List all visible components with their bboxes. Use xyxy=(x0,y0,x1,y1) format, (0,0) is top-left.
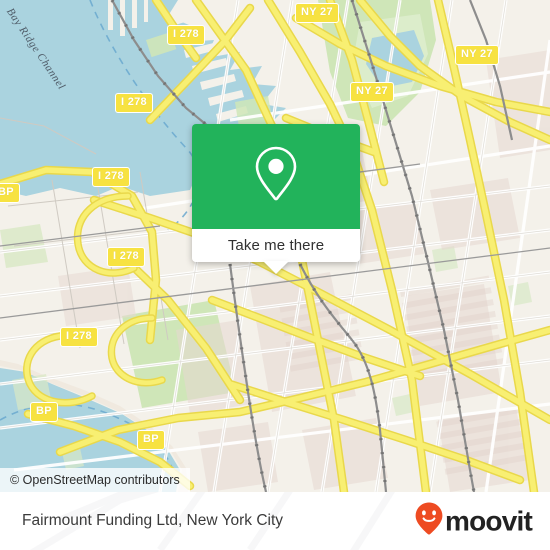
road-shield-ny27-2: NY 27 xyxy=(350,82,394,102)
moovit-smiley-pin-icon xyxy=(414,502,444,541)
popup-icon-panel xyxy=(192,124,360,229)
moovit-logo[interactable]: moovit xyxy=(414,502,533,541)
road-shield-i278-5: I 278 xyxy=(60,327,98,347)
road-shield-bp-3: BP xyxy=(137,430,165,450)
popup-pointer-tail xyxy=(263,261,289,274)
popup-action-bar[interactable]: Take me there xyxy=(192,229,360,274)
location-pin-icon xyxy=(252,144,300,209)
page-footer: Fairmount Funding Ltd, New York City moo… xyxy=(0,492,550,550)
road-shield-i278-3: I 278 xyxy=(92,167,130,187)
moovit-wordmark: moovit xyxy=(445,505,533,536)
road-shield-bp-2: BP xyxy=(30,402,58,422)
osm-attribution-text: © OpenStreetMap contributors xyxy=(10,473,180,487)
take-me-there-popup[interactable]: Take me there xyxy=(192,124,360,274)
map-page: Bay Ridge Channel I 278 I 278 I 278 I 278 I … xyxy=(0,0,550,550)
road-shield-i278-2: I 278 xyxy=(115,93,153,113)
road-shield-bp-1: BP xyxy=(0,183,20,203)
place-title: Fairmount Funding Ltd, New York City xyxy=(22,512,284,529)
map-canvas[interactable]: Bay Ridge Channel I 278 I 278 I 278 I 278 I … xyxy=(0,0,550,492)
road-shield-i278-1: I 278 xyxy=(167,25,205,45)
osm-attribution[interactable]: © OpenStreetMap contributors xyxy=(0,468,190,492)
take-me-there-label: Take me there xyxy=(227,237,325,254)
road-shield-ny27-3: NY 27 xyxy=(455,45,499,65)
road-shield-ny27-1: NY 27 xyxy=(295,3,339,23)
road-shield-i278-4: I 278 xyxy=(107,247,145,267)
